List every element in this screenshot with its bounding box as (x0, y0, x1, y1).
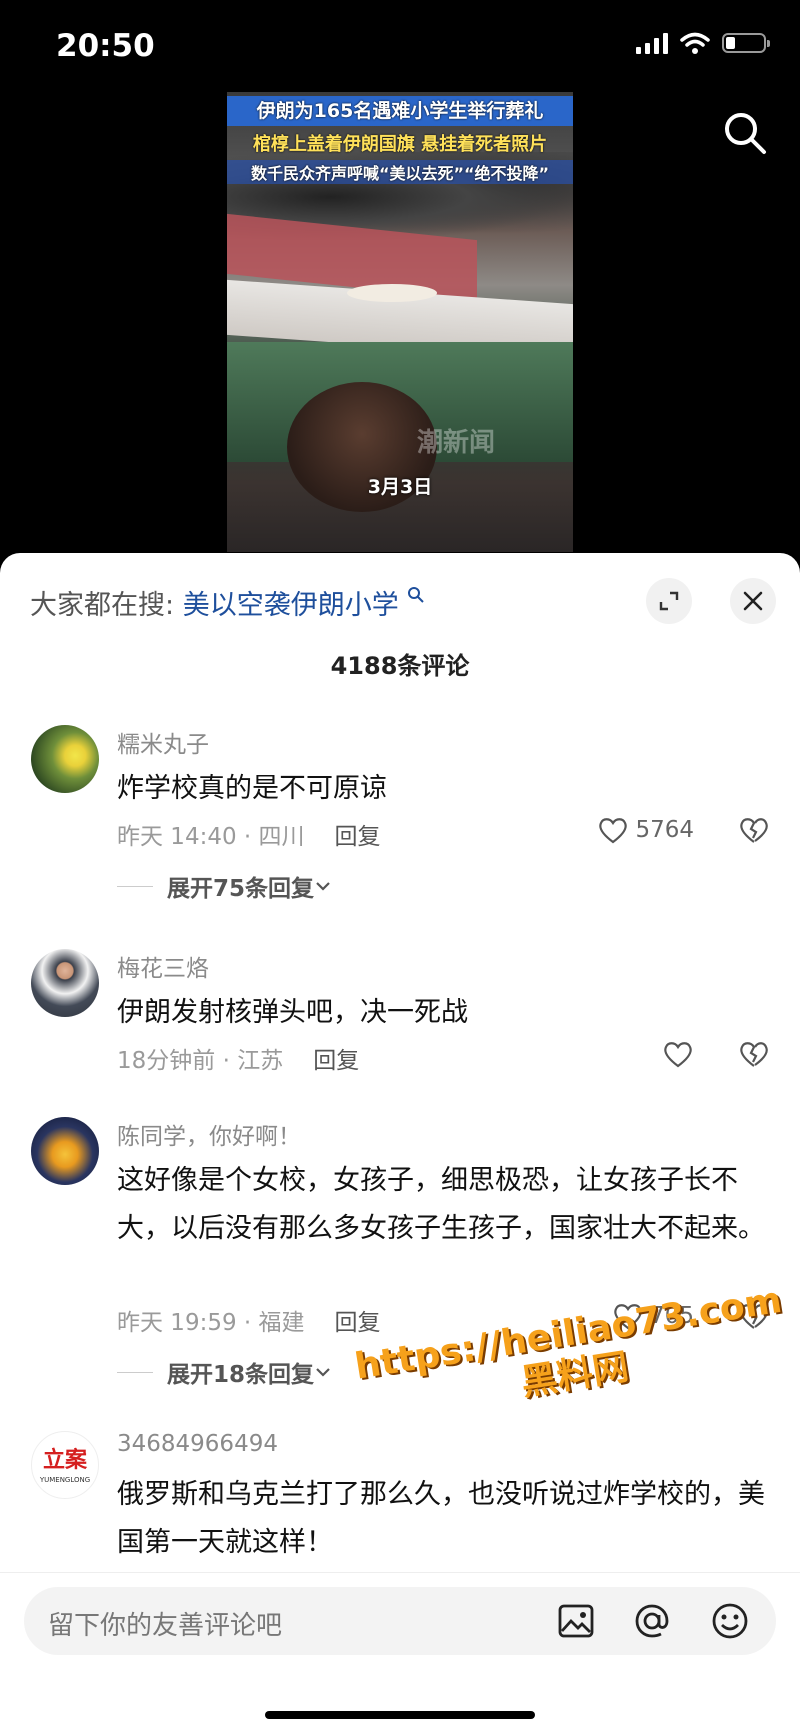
expand-replies-button[interactable]: 展开75条回复 (117, 869, 332, 903)
reply-button[interactable]: 回复 (313, 1048, 359, 1074)
divider (117, 885, 153, 887)
comment-username[interactable]: 陈同学，你好啊！ (117, 1117, 301, 1151)
video-caption: 棺椁上盖着伊朗国旗 悬挂着死者照片 (252, 134, 548, 155)
comment-time: 昨天 19:59 · 福建 (117, 1310, 305, 1336)
status-icons (636, 32, 770, 54)
heart-icon (664, 1042, 692, 1068)
heart-icon (599, 818, 628, 844)
battery-icon (722, 33, 770, 53)
avatar-logo-sub: YUMENGLONG (39, 1476, 91, 1484)
comment-meta: 昨天 19:59 · 福建 回复 (117, 1303, 381, 1337)
close-button[interactable] (730, 578, 776, 624)
avatar[interactable] (31, 949, 99, 1017)
like-count: 5764 (635, 817, 694, 843)
comment-time: 18分钟前 · 江苏 (117, 1048, 284, 1074)
video-caption: 伊朗为165名遇难小学生举行葬礼 (227, 96, 573, 126)
at-icon[interactable] (632, 1601, 672, 1641)
like-button[interactable]: 5764 (597, 815, 694, 845)
search-icon (408, 587, 425, 603)
chevron-down-icon (316, 882, 330, 891)
comment-username[interactable]: 梅花三烙 (117, 949, 209, 983)
image-icon[interactable] (556, 1601, 596, 1641)
expand-replies-label: 展开75条回复 (167, 876, 315, 902)
comment-input-placeholder: 留下你的友善评论吧 (48, 1611, 283, 1641)
comment-input[interactable]: 留下你的友善评论吧 (24, 1587, 776, 1655)
hot-search-query[interactable]: 美以空袭伊朗小学 (183, 590, 399, 621)
comment-text: 俄罗斯和乌克兰打了那么久，也没听说过炸学校的，美国第一天就这样！ (117, 1479, 765, 1558)
status-time: 20:50 (56, 28, 155, 64)
comment-text: 炸学校真的是不可原谅 (117, 773, 387, 804)
emoji-icon[interactable] (710, 1601, 750, 1641)
reply-button[interactable]: 回复 (335, 824, 381, 850)
hot-search[interactable]: 大家都在搜: 美以空袭伊朗小学 (30, 583, 425, 622)
reply-button[interactable]: 回复 (335, 1310, 381, 1336)
like-button[interactable] (662, 1039, 694, 1069)
broken-heart-icon[interactable] (738, 815, 770, 845)
comment-username[interactable]: 糯米丸子 (117, 725, 209, 759)
search-icon[interactable] (722, 110, 768, 156)
comment-text: 这好像是个女校，女孩子，细思极恐，让女孩子长不大，以后没有那么多女孩子生孩子，国… (117, 1165, 765, 1244)
expand-button[interactable] (646, 578, 692, 624)
avatar[interactable]: 立案 YUMENGLONG (31, 1431, 99, 1499)
video-scene (347, 284, 437, 302)
comment-sheet: 大家都在搜: 美以空袭伊朗小学 4188条评论 糯米丸子 炸学校真的是不可原谅 … (0, 553, 800, 1731)
chevron-down-icon (316, 1368, 330, 1377)
comment-text: 伊朗发射核弹头吧，决一死战 (117, 997, 468, 1028)
comment-username[interactable]: 34684966494 (117, 1431, 278, 1457)
expand-replies-label: 展开18条回复 (167, 1362, 315, 1388)
comment-time: 昨天 14:40 · 四川 (117, 824, 305, 850)
close-icon (743, 591, 763, 611)
expand-replies-button[interactable]: 展开18条回复 (117, 1355, 332, 1389)
video-date: 3月3日 (367, 476, 433, 498)
comment-meta: 昨天 14:40 · 四川 回复 (117, 817, 381, 851)
avatar[interactable] (31, 1117, 99, 1185)
avatar-logo-text: 立案 (42, 1448, 87, 1473)
home-indicator[interactable] (265, 1711, 535, 1719)
signal-icon (636, 32, 668, 54)
comment-count: 4188条评论 (330, 652, 470, 680)
overlay-watermark: https://heiliao73.com 黑料网 (352, 1280, 791, 1430)
expand-icon (659, 591, 679, 611)
avatar[interactable] (31, 725, 99, 793)
video-watermark: 潮新闻 (417, 428, 496, 458)
comment-input-bar: 留下你的友善评论吧 (0, 1572, 800, 1732)
video-player[interactable]: 伊朗为165名遇难小学生举行葬礼 棺椁上盖着伊朗国旗 悬挂着死者照片 数千民众齐… (227, 92, 573, 552)
wifi-icon (680, 32, 710, 54)
comment-meta: 18分钟前 · 江苏 回复 (117, 1041, 359, 1075)
broken-heart-icon[interactable] (738, 1039, 770, 1069)
hot-search-label: 大家都在搜: (30, 590, 175, 621)
divider (117, 1371, 153, 1373)
video-caption: 数千民众齐声呼喊“美以去死”“绝不投降” (227, 160, 573, 184)
